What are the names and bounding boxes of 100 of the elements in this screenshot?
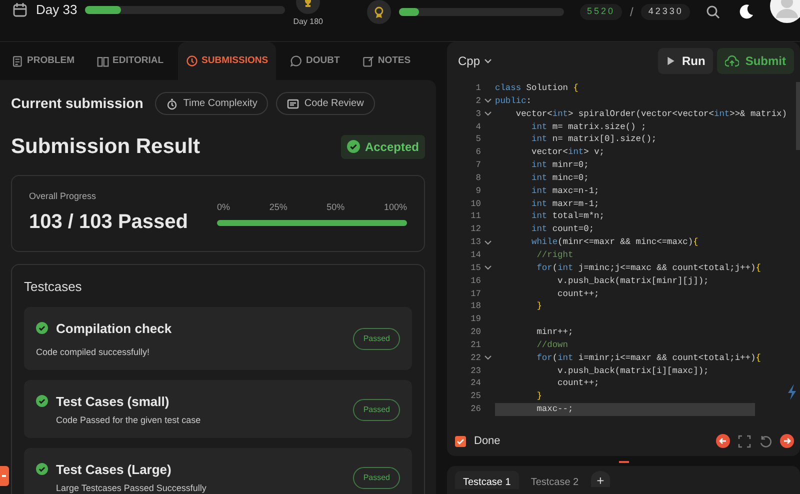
clock-icon bbox=[186, 55, 198, 67]
testcase-name: Test Cases (small) bbox=[56, 392, 170, 411]
code-line: v.push_back(matrix[minr][j]); bbox=[556, 274, 709, 288]
progress-value: 103 / 103 Passed bbox=[29, 210, 188, 235]
testcase-name: Test Cases (Large) bbox=[56, 460, 172, 479]
book-icon bbox=[96, 55, 108, 67]
line-number: 9 bbox=[474, 184, 481, 198]
fold-chevron-icon[interactable] bbox=[484, 355, 492, 362]
progress-caption: Overall Progress bbox=[29, 190, 98, 203]
tab[interactable]: DOUBT bbox=[282, 42, 348, 80]
tick-label: 25% bbox=[269, 200, 288, 214]
line-number: 23 bbox=[470, 364, 481, 378]
tab[interactable]: EDITORIAL bbox=[88, 42, 172, 80]
code-line: } bbox=[536, 390, 542, 404]
section-title: Current submission bbox=[11, 94, 144, 113]
line-number: 5 bbox=[474, 133, 481, 146]
cloud-upload-icon bbox=[725, 55, 740, 67]
language-dropdown[interactable]: Cpp bbox=[458, 52, 492, 70]
line-number: 18 bbox=[470, 300, 481, 314]
line-number: 25 bbox=[470, 390, 481, 404]
run-button[interactable]: Run bbox=[658, 48, 714, 74]
testcase-tab[interactable]: Testcase 2 bbox=[522, 471, 587, 489]
chip-button[interactable]: Time Complexity bbox=[155, 92, 268, 115]
submit-button[interactable]: Submit bbox=[717, 48, 794, 74]
line-number: 1 bbox=[474, 82, 481, 95]
separator-text: / bbox=[630, 4, 634, 21]
line-number: 14 bbox=[470, 248, 481, 262]
code-line: v.push_back(matrix[i][maxc]); bbox=[556, 364, 709, 378]
line-number: 8 bbox=[474, 172, 481, 185]
minimize-button[interactable] bbox=[0, 466, 9, 486]
line-number: 26 bbox=[470, 403, 481, 416]
code-line: //down bbox=[536, 338, 568, 352]
line-number: 2 bbox=[474, 94, 481, 108]
moon-icon[interactable] bbox=[738, 4, 754, 20]
add-tab-button[interactable]: + bbox=[590, 471, 610, 487]
passed-badge: Passed bbox=[353, 398, 400, 420]
code-line: count++; bbox=[556, 377, 600, 390]
review-icon bbox=[287, 98, 300, 110]
medal-icon bbox=[373, 6, 385, 18]
code-line: vector<int> spiralOrder(vector<vector<int>>& matrix) bbox=[514, 108, 787, 121]
line-number: 16 bbox=[470, 274, 481, 288]
code-line: int total=m*n; bbox=[530, 210, 604, 224]
total-pill: 42330 bbox=[641, 4, 690, 20]
chevron-down-icon bbox=[484, 57, 492, 65]
code-line: minr++; bbox=[536, 326, 574, 339]
line-number: 11 bbox=[470, 210, 481, 224]
tab[interactable]: NOTES bbox=[354, 42, 419, 80]
testcase-detail: Code Passed for the given test case bbox=[55, 414, 201, 427]
line-number: 3 bbox=[474, 108, 481, 121]
day-label: Day 33 bbox=[36, 1, 78, 19]
check-icon bbox=[36, 322, 48, 334]
code-line: class Solution { bbox=[495, 82, 578, 95]
passed-badge: Passed bbox=[353, 466, 400, 488]
resize-handle[interactable] bbox=[619, 461, 629, 463]
fullscreen-icon[interactable] bbox=[738, 434, 751, 448]
checkbox-label: Done bbox=[474, 434, 500, 449]
code-line: int maxr=m-1; bbox=[530, 198, 600, 210]
lightning-icon[interactable] bbox=[787, 384, 797, 400]
status-badge: Accepted bbox=[340, 134, 425, 159]
fold-chevron-icon[interactable] bbox=[484, 265, 492, 272]
tick-label: 0% bbox=[217, 200, 230, 214]
line-number: 4 bbox=[474, 120, 481, 134]
code-line: public: bbox=[495, 94, 532, 108]
line-number: 20 bbox=[470, 326, 481, 339]
checkbox[interactable] bbox=[455, 436, 466, 446]
testcase-detail: Large Testcases Passed Successfully bbox=[55, 482, 206, 494]
line-number: 22 bbox=[470, 352, 481, 365]
check-icon bbox=[36, 395, 48, 408]
line-number: 17 bbox=[470, 288, 481, 300]
check-icon bbox=[346, 140, 360, 154]
testcase-detail: Code compiled successfully! bbox=[36, 346, 151, 359]
document-icon bbox=[11, 55, 23, 67]
play-icon bbox=[666, 55, 676, 67]
milestone-label: Day 180 bbox=[293, 16, 323, 28]
tab[interactable]: SUBMISSIONS bbox=[178, 42, 276, 80]
code-line: int maxc=n-1; bbox=[530, 184, 600, 198]
code-line: //right bbox=[536, 248, 574, 262]
testcase-tab[interactable]: Testcase 1 bbox=[455, 471, 519, 489]
line-number: 24 bbox=[470, 377, 481, 390]
search-icon[interactable] bbox=[706, 5, 720, 19]
line-number: 19 bbox=[470, 313, 481, 326]
check-icon bbox=[36, 463, 48, 476]
line-number: 10 bbox=[470, 198, 481, 210]
code-line: while(minr<=maxr && minc<=maxc){ bbox=[530, 236, 698, 249]
card-title: Testcases bbox=[24, 278, 83, 296]
tick-label: 100% bbox=[384, 200, 407, 214]
code-line: int minc=0; bbox=[530, 172, 589, 185]
code-line: } bbox=[536, 300, 542, 314]
result-heading: Submission Result bbox=[11, 134, 200, 160]
code-line: vector<int> v; bbox=[530, 146, 604, 160]
tab[interactable]: PROBLEM bbox=[3, 42, 82, 80]
tick-label: 50% bbox=[326, 200, 345, 214]
calendar-icon bbox=[12, 2, 28, 18]
fold-chevron-icon[interactable] bbox=[484, 240, 492, 246]
code-line: int m= matrix.size() ; bbox=[530, 120, 646, 134]
reset-icon[interactable] bbox=[759, 434, 772, 448]
passed-badge: Passed bbox=[353, 328, 400, 350]
code-line: for(int j=minc;j<=maxc && count<total;j++){ bbox=[536, 262, 761, 275]
chip-button[interactable]: Code Review bbox=[276, 92, 375, 115]
line-number: 21 bbox=[470, 338, 481, 352]
